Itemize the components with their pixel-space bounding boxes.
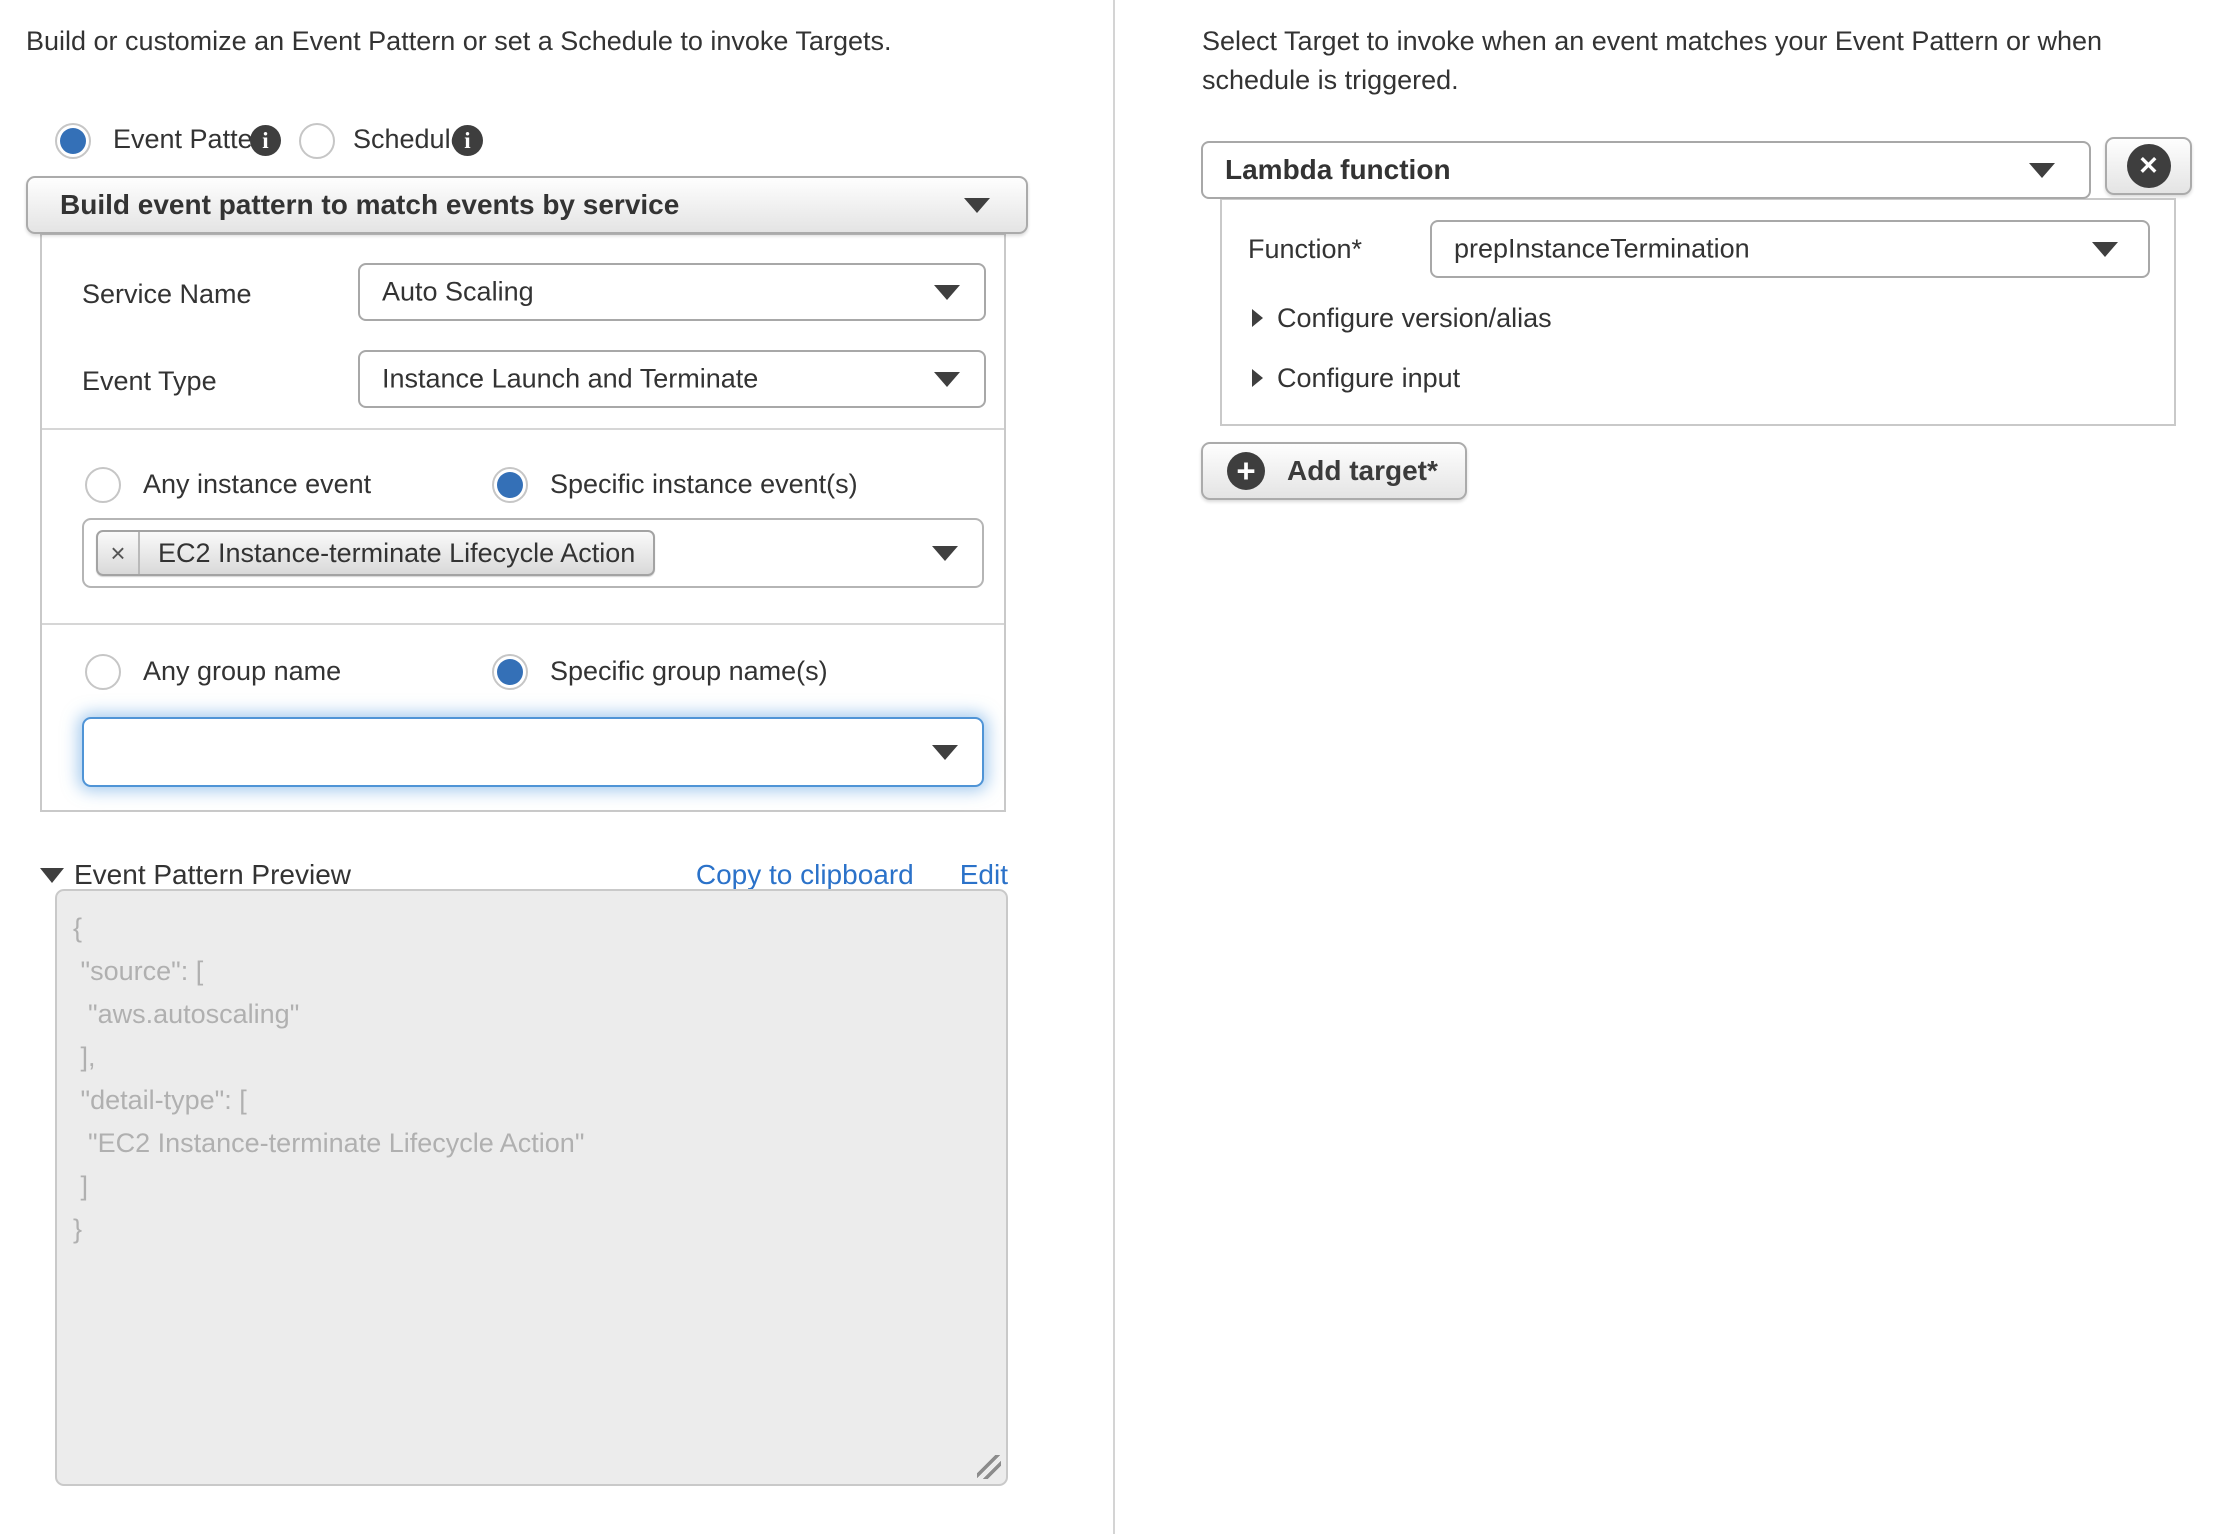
chevron-down-icon <box>2029 163 2055 178</box>
any-instance-event-radio[interactable] <box>85 467 121 503</box>
chevron-right-icon <box>1252 309 1263 327</box>
selected-event-tag: × EC2 Instance-terminate Lifecycle Actio… <box>96 530 656 576</box>
instance-event-multiselect[interactable]: × EC2 Instance-terminate Lifecycle Actio… <box>82 518 984 588</box>
pattern-builder-value: Build event pattern to match events by s… <box>60 189 680 220</box>
preview-title: Event Pattern Preview <box>74 859 352 890</box>
plus-circle-icon: + <box>1227 452 1265 490</box>
target-type-value: Lambda function <box>1225 154 1451 185</box>
configure-version-alias-toggle[interactable]: Configure version/alias <box>1252 300 1552 336</box>
preview-json-text: { "source": [ "aws.autoscaling" ], "deta… <box>73 913 585 1244</box>
pattern-builder-dropdown[interactable]: Build event pattern to match events by s… <box>26 176 1028 234</box>
chevron-down-icon <box>934 372 960 387</box>
service-name-select[interactable]: Auto Scaling <box>358 263 986 321</box>
service-name-value: Auto Scaling <box>382 276 534 307</box>
event-pattern-panel: Build or customize an Event Pattern or s… <box>0 0 1113 1534</box>
event-pattern-info-icon[interactable]: i <box>250 125 281 156</box>
copy-to-clipboard-link[interactable]: Copy to clipboard <box>696 859 914 891</box>
selected-event-tag-label: EC2 Instance-terminate Lifecycle Action <box>158 537 636 568</box>
configure-version-alias-label: Configure version/alias <box>1277 302 1552 333</box>
add-target-label: Add target* <box>1287 455 1438 486</box>
schedule-info-icon[interactable]: i <box>452 125 483 156</box>
function-select[interactable]: prepInstanceTermination <box>1430 220 2150 278</box>
chevron-down-icon <box>964 198 990 213</box>
event-pattern-form: Service Name Auto Scaling Event Type Ins… <box>40 233 1006 812</box>
any-group-name-label: Any group name <box>143 656 342 686</box>
target-config-box: Function* prepInstanceTermination Config… <box>1220 198 2176 426</box>
right-intro-text: Select Target to invoke when an event ma… <box>1202 26 2103 95</box>
specific-instance-event-label: Specific instance event(s) <box>550 469 858 499</box>
add-target-button[interactable]: + Add target* <box>1201 442 1467 500</box>
specific-group-name-label: Specific group name(s) <box>550 656 828 686</box>
specific-instance-event-radio[interactable] <box>492 467 528 503</box>
group-name-multiselect[interactable] <box>82 717 984 787</box>
function-value: prepInstanceTermination <box>1454 233 1750 264</box>
left-intro-text: Build or customize an Event Pattern or s… <box>26 26 892 56</box>
targets-panel: Select Target to invoke when an event ma… <box>1113 0 2216 1534</box>
remove-tag-button[interactable]: × <box>98 532 140 574</box>
chevron-right-icon <box>1252 369 1263 387</box>
chevron-down-icon <box>2092 242 2118 257</box>
chevron-down-icon <box>932 745 958 760</box>
disclosure-triangle-icon[interactable] <box>40 867 64 883</box>
event-type-value: Instance Launch and Terminate <box>382 363 759 394</box>
close-circle-icon: ✕ <box>2126 144 2171 188</box>
event-type-label: Event Type <box>82 366 217 396</box>
section-divider <box>42 428 1004 430</box>
event-pattern-radio[interactable] <box>55 123 91 159</box>
configure-input-toggle[interactable]: Configure input <box>1252 360 1460 396</box>
schedule-radio[interactable] <box>299 123 335 159</box>
resize-handle[interactable] <box>977 1455 1001 1479</box>
event-type-select[interactable]: Instance Launch and Terminate <box>358 350 986 408</box>
schedule-radio-label: Schedule <box>353 124 466 154</box>
specific-group-name-radio[interactable] <box>492 654 528 690</box>
event-pattern-preview-textarea[interactable]: { "source": [ "aws.autoscaling" ], "deta… <box>55 889 1008 1486</box>
section-divider <box>42 623 1004 625</box>
edit-link[interactable]: Edit <box>960 859 1008 891</box>
chevron-down-icon <box>934 285 960 300</box>
function-label: Function* <box>1248 234 1363 264</box>
chevron-down-icon <box>932 546 958 561</box>
configure-input-label: Configure input <box>1277 362 1461 393</box>
any-group-name-radio[interactable] <box>85 654 121 690</box>
target-type-select[interactable]: Lambda function <box>1201 141 2091 199</box>
any-instance-event-label: Any instance event <box>143 469 372 499</box>
service-name-label: Service Name <box>82 279 252 309</box>
remove-target-button[interactable]: ✕ <box>2105 137 2192 195</box>
